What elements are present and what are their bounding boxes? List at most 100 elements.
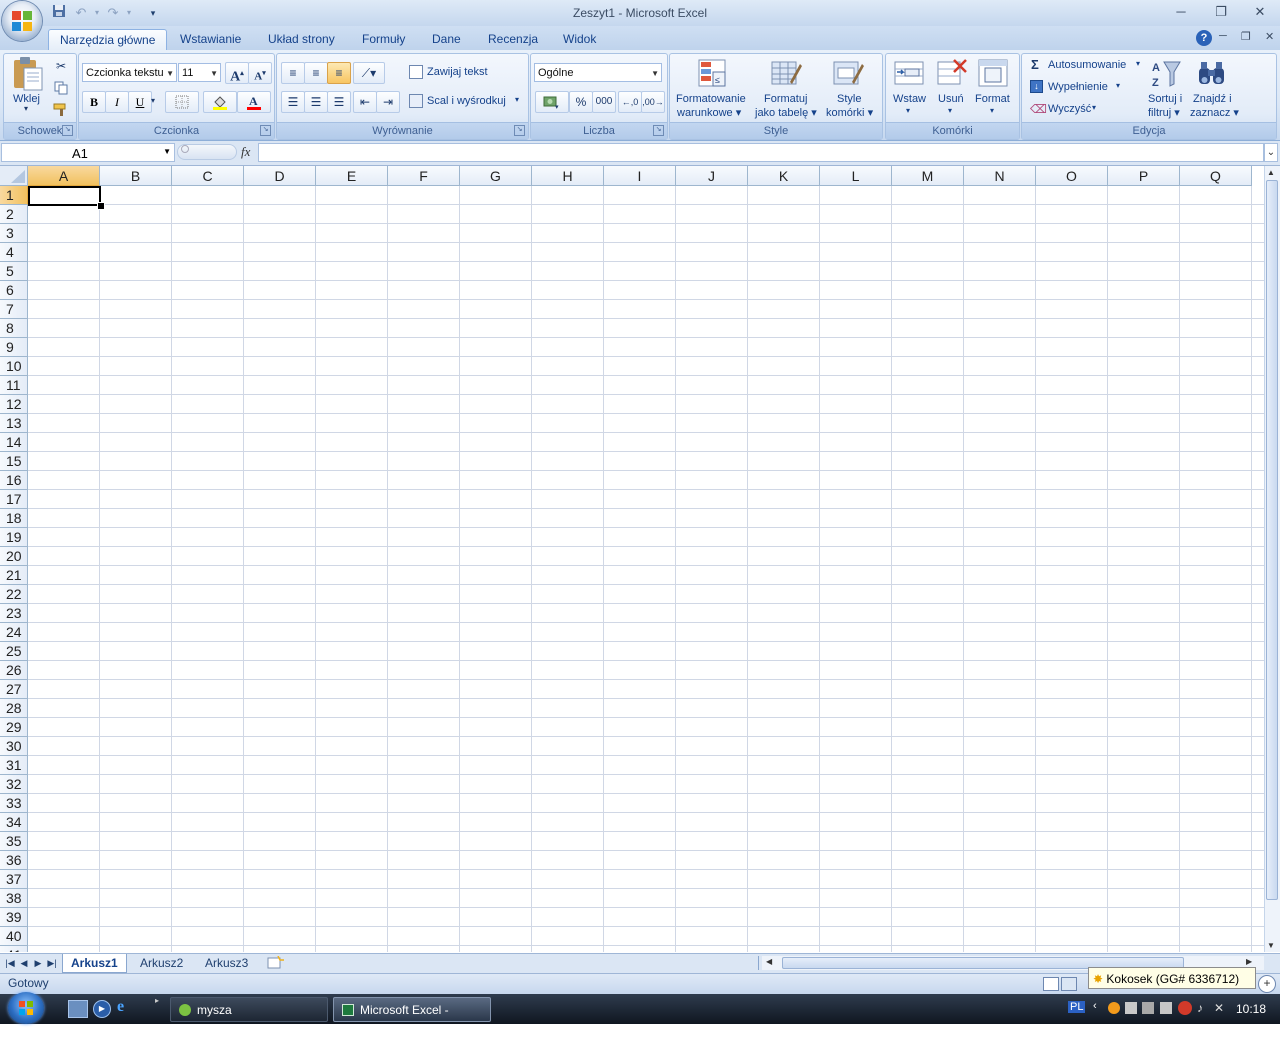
row-header-31[interactable]: 31 [0, 756, 28, 775]
taskbar-item-im[interactable]: mysza (myshako@tlen.... [170, 997, 328, 1042]
decrease-indent-icon[interactable]: ⇤ [353, 91, 377, 113]
row-header-35[interactable]: 35 [0, 832, 28, 851]
start-button[interactable] [8, 992, 44, 1024]
cell-styles-label-1[interactable]: Style [837, 93, 861, 105]
cell-grid[interactable] [28, 186, 1264, 952]
row-header-8[interactable]: 8 [0, 319, 28, 338]
sheet-tab-arkusz2[interactable]: Arkusz2 [132, 954, 191, 972]
column-header-j[interactable]: J [676, 166, 748, 186]
restore-icon[interactable]: ❐ [1208, 3, 1234, 21]
insert-sheet-icon[interactable] [266, 955, 286, 970]
insert-cells-icon[interactable] [893, 58, 925, 93]
delete-cells-icon[interactable] [936, 58, 968, 93]
underline-button[interactable]: U [128, 91, 152, 113]
column-header-b[interactable]: B [100, 166, 172, 186]
row-header-34[interactable]: 34 [0, 813, 28, 832]
tray-expand-icon[interactable]: ‹ [1093, 1000, 1097, 1012]
font-name-combo[interactable]: Czcionka tekstu ▼ [82, 63, 177, 82]
cell-styles-icon[interactable] [832, 58, 864, 93]
conditional-formatting-label-2[interactable]: warunkowe ▾ [677, 106, 741, 119]
row-header-7[interactable]: 7 [0, 300, 28, 319]
row-header-38[interactable]: 38 [0, 889, 28, 908]
tab-data[interactable]: Dane [421, 29, 472, 50]
network-disconnected-icon[interactable]: ✕ [1214, 1001, 1224, 1015]
sheet-tab-arkusz3[interactable]: Arkusz3 [197, 954, 256, 972]
zoom-in-icon[interactable]: + [1258, 975, 1276, 993]
scroll-down-icon[interactable]: ▼ [1267, 941, 1275, 950]
scroll-up-icon[interactable]: ▲ [1267, 168, 1275, 177]
row-header-19[interactable]: 19 [0, 528, 28, 547]
format-painter-icon[interactable] [49, 99, 73, 121]
last-sheet-icon[interactable]: ▶| [46, 956, 58, 970]
row-header-12[interactable]: 12 [0, 395, 28, 414]
tab-review[interactable]: Recenzja [477, 29, 549, 50]
align-top-icon[interactable]: ≡ [281, 62, 305, 84]
language-indicator[interactable]: PL [1068, 1001, 1086, 1013]
tray-monitor-icon[interactable] [1160, 1002, 1172, 1014]
column-header-k[interactable]: K [748, 166, 820, 186]
quick-launch-more-icon[interactable]: ▸ [155, 996, 159, 1005]
italic-button[interactable]: I [105, 91, 129, 113]
column-header-q[interactable]: Q [1180, 166, 1252, 186]
orientation-icon[interactable]: ⟋▾ [353, 62, 385, 84]
align-center-icon[interactable]: ☰ [304, 91, 328, 113]
conditional-formatting-icon[interactable]: ≤ [697, 58, 729, 93]
column-header-n[interactable]: N [964, 166, 1036, 186]
row-header-20[interactable]: 20 [0, 547, 28, 566]
underline-dropdown-icon[interactable]: ▾ [151, 96, 155, 105]
column-header-d[interactable]: D [244, 166, 316, 186]
clipboard-launcher-icon[interactable]: ↘ [62, 125, 73, 136]
row-header-22[interactable]: 22 [0, 585, 28, 604]
show-desktop-icon[interactable] [68, 1000, 88, 1018]
formula-input[interactable] [258, 143, 1264, 162]
decrease-decimal-icon[interactable]: ,00→ [641, 91, 665, 113]
shrink-font-button[interactable]: A▾ [248, 62, 272, 84]
clear-button[interactable]: ⌫ Wyczyść ▾ [1030, 101, 1110, 118]
alignment-launcher-icon[interactable]: ↘ [514, 125, 525, 136]
row-header-39[interactable]: 39 [0, 908, 28, 927]
format-cells-icon[interactable] [977, 58, 1009, 93]
workbook-minimize-icon[interactable]: ─ [1219, 30, 1227, 42]
media-player-icon[interactable]: ▶ [93, 1000, 111, 1018]
scroll-left-icon[interactable]: ◀ [766, 957, 772, 966]
row-header-36[interactable]: 36 [0, 851, 28, 870]
row-header-33[interactable]: 33 [0, 794, 28, 813]
percent-button[interactable]: % [569, 91, 593, 113]
column-header-f[interactable]: F [388, 166, 460, 186]
column-header-g[interactable]: G [460, 166, 532, 186]
workbook-close-icon[interactable]: ✕ [1265, 30, 1274, 43]
column-header-a[interactable]: A [28, 166, 100, 186]
align-right-icon[interactable]: ☰ [327, 91, 351, 113]
row-header-11[interactable]: 11 [0, 376, 28, 395]
fill-handle[interactable] [97, 202, 105, 210]
insert-function-icon[interactable]: fx [241, 144, 250, 160]
bold-button[interactable]: B [82, 91, 106, 113]
autosum-button[interactable]: Σ Autosumowanie ▾ [1030, 57, 1146, 74]
conditional-formatting-label-1[interactable]: Formatowanie [676, 93, 746, 105]
format-cells-label[interactable]: Format [975, 93, 1010, 105]
borders-icon[interactable] [165, 91, 199, 113]
merge-center-button[interactable]: Scal i wyśrodkuj ▾ [407, 93, 525, 111]
sort-filter-label-1[interactable]: Sortuj i [1148, 93, 1182, 105]
number-format-combo[interactable]: Ogólne ▼ [534, 63, 662, 82]
row-header-3[interactable]: 3 [0, 224, 28, 243]
row-header-13[interactable]: 13 [0, 414, 28, 433]
fill-color-icon[interactable] [203, 91, 237, 113]
format-as-table-label-2[interactable]: jako tabelę ▾ [755, 106, 817, 119]
row-header-29[interactable]: 29 [0, 718, 28, 737]
font-launcher-icon[interactable]: ↘ [260, 125, 271, 136]
fill-button[interactable]: ↓ Wypełnienie ▾ [1030, 79, 1130, 96]
chevron-down-icon[interactable]: ▾ [990, 106, 994, 115]
row-header-25[interactable]: 25 [0, 642, 28, 661]
row-header-9[interactable]: 9 [0, 338, 28, 357]
paste-dropdown-icon[interactable]: ▾ [24, 104, 28, 113]
row-header-24[interactable]: 24 [0, 623, 28, 642]
row-header-18[interactable]: 18 [0, 509, 28, 528]
column-header-c[interactable]: C [172, 166, 244, 186]
row-header-27[interactable]: 27 [0, 680, 28, 699]
row-header-26[interactable]: 26 [0, 661, 28, 680]
grow-font-button[interactable]: A▴ [225, 62, 249, 85]
notification-popup[interactable]: ✸ Kokosek (GG# 6336712) [1088, 967, 1256, 989]
sheet-tab-arkusz1[interactable]: Arkusz1 [62, 954, 127, 973]
column-header-p[interactable]: P [1108, 166, 1180, 186]
